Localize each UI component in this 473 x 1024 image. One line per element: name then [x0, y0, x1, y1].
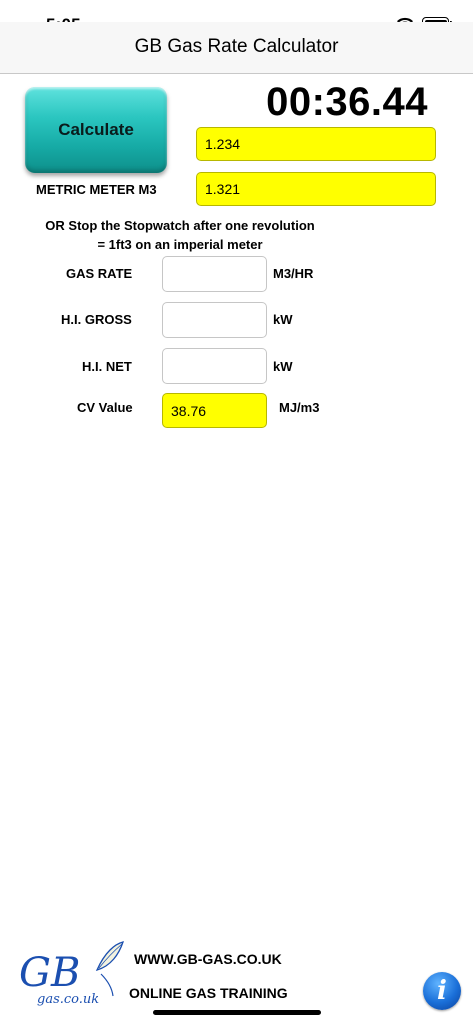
metric-meter-label: METRIC METER M3: [36, 182, 157, 197]
instruction-text: OR Stop the Stopwatch after one revoluti…: [0, 216, 360, 254]
cv-value-unit: MJ/m3: [279, 400, 320, 415]
cv-value-field[interactable]: 38.76: [162, 393, 267, 428]
page-title: GB Gas Rate Calculator: [134, 36, 339, 57]
navigation-bar: GB Gas Rate Calculator: [0, 22, 473, 74]
info-icon: i: [437, 976, 447, 1006]
training-tagline: ONLINE GAS TRAINING: [129, 985, 288, 1001]
meter-reading-2-field[interactable]: 1.321: [196, 172, 436, 206]
hi-net-field[interactable]: [162, 348, 267, 384]
calculate-button[interactable]: Calculate: [25, 87, 167, 173]
logo-gb-text: GB: [19, 950, 80, 996]
meter-reading-1-field[interactable]: 1.234: [196, 127, 436, 161]
logo-domain-text: gas.co.uk: [37, 992, 99, 1007]
hi-gross-unit: kW: [273, 312, 293, 327]
gas-rate-unit: M3/HR: [273, 266, 314, 281]
cv-value-label: CV Value: [77, 400, 133, 415]
hi-net-label: H.I. NET: [82, 359, 132, 374]
hi-net-unit: kW: [273, 359, 293, 374]
hi-gross-label: H.I. GROSS: [61, 312, 132, 327]
gas-rate-field[interactable]: [162, 256, 267, 292]
instruction-line-1: OR Stop the Stopwatch after one revoluti…: [45, 218, 315, 233]
home-indicator[interactable]: [153, 1010, 321, 1015]
gb-gas-logo: GB gas.co.uk: [15, 940, 125, 1008]
website-link[interactable]: WWW.GB-GAS.CO.UK: [134, 951, 282, 967]
instruction-line-2: = 1ft3 on an imperial meter: [97, 237, 263, 252]
hi-gross-field[interactable]: [162, 302, 267, 338]
info-button[interactable]: i: [423, 972, 461, 1010]
gas-rate-label: GAS RATE: [66, 266, 133, 281]
stopwatch-display[interactable]: 00:36.44: [196, 80, 428, 125]
